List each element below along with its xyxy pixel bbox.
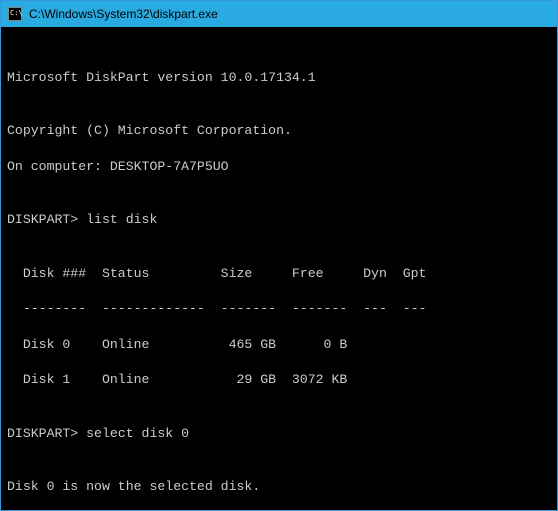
prompt-line: DISKPART> select disk 0 [7, 425, 551, 443]
output-line: On computer: DESKTOP-7A7P5UO [7, 158, 551, 176]
disk-row: Disk 0 Online 465 GB 0 B [7, 336, 551, 354]
output-line: Disk 0 is now the selected disk. [7, 478, 551, 496]
output-line: Microsoft DiskPart version 10.0.17134.1 [7, 69, 551, 87]
disk-header-line: -------- ------------- ------- ------- -… [7, 300, 551, 318]
disk-row: Disk 1 Online 29 GB 3072 KB [7, 371, 551, 389]
output-line: Copyright (C) Microsoft Corporation. [7, 122, 551, 140]
console-window: C:\ C:\Windows\System32\diskpart.exe Mic… [0, 0, 558, 511]
window-title: C:\Windows\System32\diskpart.exe [29, 7, 218, 21]
svg-text:C:\: C:\ [10, 9, 22, 17]
terminal-output[interactable]: Microsoft DiskPart version 10.0.17134.1 … [1, 27, 557, 510]
cmd-icon: C:\ [7, 6, 23, 22]
prompt-line: DISKPART> list disk [7, 211, 551, 229]
titlebar[interactable]: C:\ C:\Windows\System32\diskpart.exe [1, 1, 557, 27]
disk-header: Disk ### Status Size Free Dyn Gpt [7, 265, 551, 283]
